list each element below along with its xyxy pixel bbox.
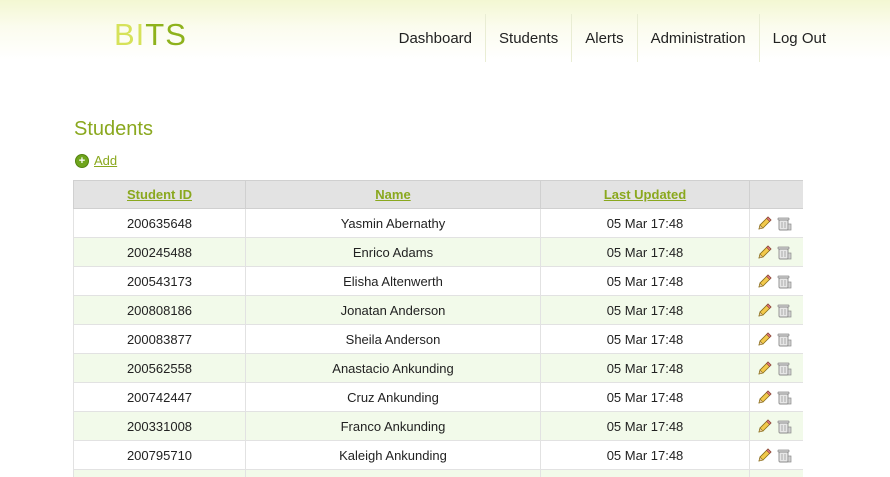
cell-last-updated: 05 Mar 17:48 — [540, 324, 750, 354]
nav-administration[interactable]: Administration — [636, 14, 759, 62]
trash-icon[interactable] — [776, 418, 792, 434]
sort-student-id-link[interactable]: Student ID — [127, 187, 192, 202]
cell-last-updated: 05 Mar 17:48 — [540, 237, 750, 267]
nav-alerts[interactable]: Alerts — [571, 14, 636, 62]
cell-student-id: 200245488 — [73, 237, 246, 267]
add-circle-icon: + — [75, 153, 89, 168]
cell-student-id: 200543173 — [73, 266, 246, 296]
table-row: 200543173 Elisha Altenwerth 05 Mar 17:48 — [73, 266, 803, 296]
page-title: Students — [74, 118, 153, 140]
cell-student-id: 200795710 — [73, 440, 246, 470]
cell-actions — [749, 382, 803, 412]
table-row: 200635648 Yasmin Abernathy 05 Mar 17:48 — [73, 208, 803, 238]
table-row — [73, 469, 803, 477]
cell-name: Franco Ankunding — [245, 411, 541, 441]
pencil-icon[interactable] — [757, 389, 773, 405]
trash-icon[interactable] — [776, 389, 792, 405]
add-link-label: Add — [94, 153, 118, 168]
trash-icon[interactable] — [776, 447, 792, 463]
cell-actions — [749, 440, 803, 470]
cell-last-updated: 05 Mar 17:48 — [540, 382, 750, 412]
trash-icon[interactable] — [776, 273, 792, 289]
cell-name: Anastacio Ankunding — [245, 353, 541, 383]
trash-icon[interactable] — [776, 215, 792, 231]
cell-name: Sheila Anderson — [245, 324, 541, 354]
students-table: Student ID Name Last Updated 200635648 Ya… — [73, 180, 803, 477]
cell-name: Kaleigh Ankunding — [245, 440, 541, 470]
trash-icon[interactable] — [776, 244, 792, 260]
trash-icon[interactable] — [776, 302, 792, 318]
trash-icon[interactable] — [776, 360, 792, 376]
cell-last-updated: 05 Mar 17:48 — [540, 295, 750, 325]
table-header-row: Student ID Name Last Updated — [73, 180, 803, 209]
table-row: 200331008 Franco Ankunding 05 Mar 17:48 — [73, 411, 803, 441]
cell-last-updated: 05 Mar 17:48 — [540, 208, 750, 238]
cell-name: Enrico Adams — [245, 237, 541, 267]
cell-name: Elisha Altenwerth — [245, 266, 541, 296]
table-row: 200562558 Anastacio Ankunding 05 Mar 17:48 — [73, 353, 803, 383]
cell-last-updated: 05 Mar 17:48 — [540, 411, 750, 441]
cell-actions — [749, 266, 803, 296]
column-header-actions — [749, 180, 803, 209]
cell-last-updated: 05 Mar 17:48 — [540, 353, 750, 383]
app-logo[interactable]: BITS — [114, 17, 187, 53]
cell-last-updated: 05 Mar 17:48 — [540, 266, 750, 296]
nav-dashboard[interactable]: Dashboard — [399, 14, 485, 62]
cell-student-id: 200083877 — [73, 324, 246, 354]
cell-actions — [749, 324, 803, 354]
column-header-student-id: Student ID — [73, 180, 246, 209]
column-header-name: Name — [245, 180, 541, 209]
table-row: 200245488 Enrico Adams 05 Mar 17:48 — [73, 237, 803, 267]
table-row: 200795710 Kaleigh Ankunding 05 Mar 17:48 — [73, 440, 803, 470]
pencil-icon[interactable] — [757, 215, 773, 231]
cell-student-id: 200808186 — [73, 295, 246, 325]
cell-last-updated: 05 Mar 17:48 — [540, 440, 750, 470]
sort-last-updated-link[interactable]: Last Updated — [604, 187, 686, 202]
pencil-icon[interactable] — [757, 418, 773, 434]
pencil-icon[interactable] — [757, 302, 773, 318]
cell-name: Jonatan Anderson — [245, 295, 541, 325]
cell-actions — [749, 208, 803, 238]
cell-last-updated — [540, 469, 750, 477]
cell-actions — [749, 295, 803, 325]
trash-icon[interactable] — [776, 331, 792, 347]
students-table-container: Student ID Name Last Updated 200635648 Ya… — [73, 180, 803, 477]
pencil-icon[interactable] — [757, 244, 773, 260]
table-row: 200808186 Jonatan Anderson 05 Mar 17:48 — [73, 295, 803, 325]
cell-student-id: 200635648 — [73, 208, 246, 238]
nav-students[interactable]: Students — [485, 14, 571, 62]
cell-name: Cruz Ankunding — [245, 382, 541, 412]
cell-actions — [749, 353, 803, 383]
cell-student-id: 200562558 — [73, 353, 246, 383]
sort-name-link[interactable]: Name — [375, 187, 410, 202]
cell-actions — [749, 469, 803, 477]
cell-student-id: 200331008 — [73, 411, 246, 441]
pencil-icon[interactable] — [757, 273, 773, 289]
cell-student-id — [73, 469, 246, 477]
table-row: 200083877 Sheila Anderson 05 Mar 17:48 — [73, 324, 803, 354]
cell-student-id: 200742447 — [73, 382, 246, 412]
table-row: 200742447 Cruz Ankunding 05 Mar 17:48 — [73, 382, 803, 412]
pencil-icon[interactable] — [757, 331, 773, 347]
cell-actions — [749, 237, 803, 267]
main-nav: Dashboard Students Alerts Administration… — [399, 14, 826, 62]
add-student-link[interactable]: + Add — [75, 153, 117, 168]
nav-log-out[interactable]: Log Out — [758, 14, 826, 62]
cell-actions — [749, 411, 803, 441]
column-header-last-updated: Last Updated — [540, 180, 750, 209]
pencil-icon[interactable] — [757, 360, 773, 376]
cell-name — [245, 469, 541, 477]
logo-part-2: TS — [145, 17, 187, 52]
pencil-icon[interactable] — [757, 447, 773, 463]
logo-part-1: BI — [114, 17, 146, 52]
cell-name: Yasmin Abernathy — [245, 208, 541, 238]
